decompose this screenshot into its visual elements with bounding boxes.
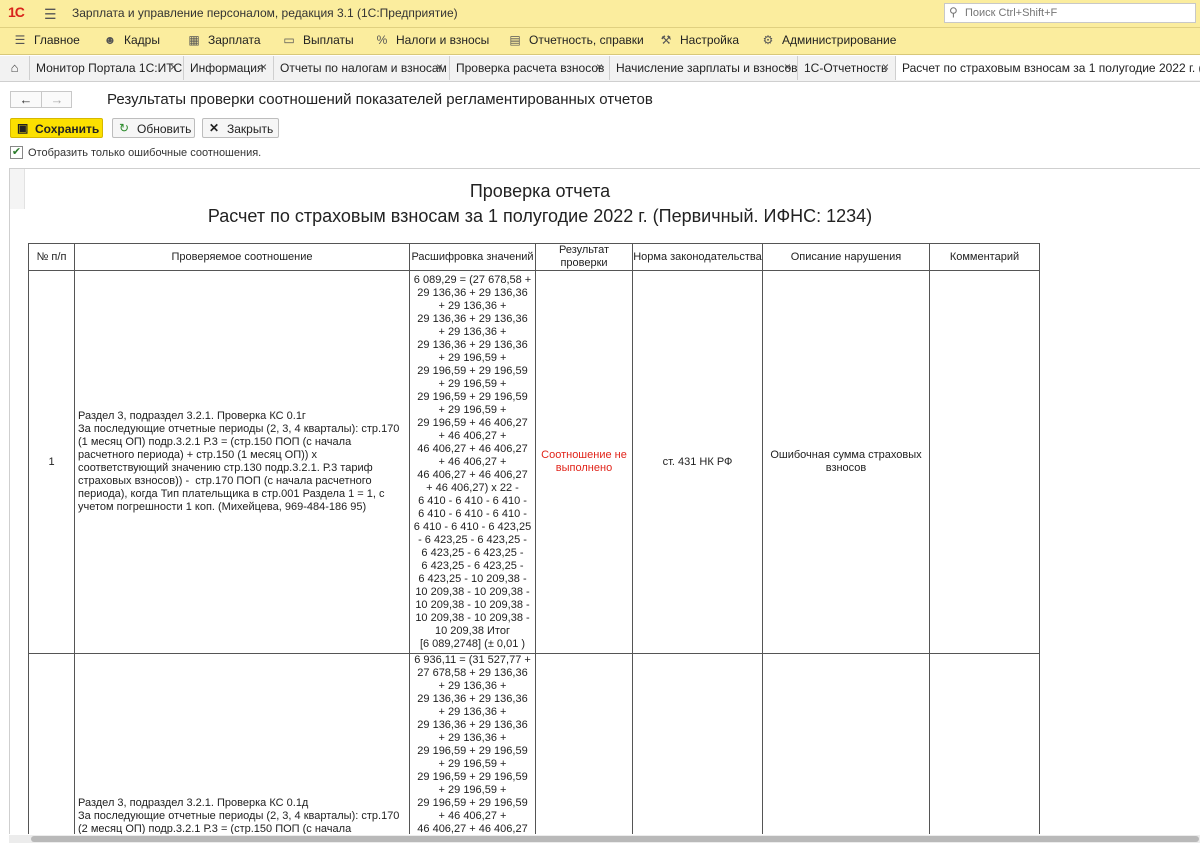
menu-item-taxes[interactable]: % Налоги и взносы <box>374 33 490 47</box>
title-bar: 1С ☰ Зарплата и управление персоналом, р… <box>0 0 1200 28</box>
tab-1c-reporting[interactable]: 1С-Отчетность × <box>798 56 896 80</box>
close-icon[interactable]: × <box>784 60 791 74</box>
menu-item-reports[interactable]: ▤ Отчетность, справки <box>507 33 643 47</box>
column-header: Результат проверки <box>535 243 633 271</box>
app-logo: 1С <box>8 4 25 20</box>
violation-description: Ошибочная сумма страховых взносов <box>762 270 930 654</box>
close-icon[interactable]: × <box>882 60 889 74</box>
close-icon[interactable]: × <box>170 60 177 74</box>
wrench-icon: ⚒ <box>660 33 672 47</box>
home-icon[interactable]: ⌂ <box>0 56 30 80</box>
results-table: № п/п Проверяемое соотношение Расшифровк… <box>28 243 1040 834</box>
report-document[interactable]: Проверка отчета Расчет по страховым взно… <box>9 168 1200 834</box>
value-expansion: 6 089,29 = (27 678,58 + 29 136,36 + 29 1… <box>409 270 536 654</box>
menu-item-admin[interactable]: ⚙ Администрирование <box>760 33 897 47</box>
check-result <box>535 653 633 834</box>
refresh-icon: ↻ <box>119 121 130 135</box>
percent-icon: % <box>376 33 388 47</box>
forward-arrow-icon[interactable]: → <box>42 92 72 107</box>
comment-cell[interactable] <box>929 653 1040 834</box>
main-menu-icon[interactable]: ☰ <box>44 6 57 23</box>
close-button[interactable]: ✕ Закрыть <box>202 118 279 138</box>
gear-icon: ⚙ <box>762 33 774 47</box>
hamburger-icon: ☰ <box>14 33 26 47</box>
tab-payroll[interactable]: Начисление зарплаты и взносов × <box>610 56 798 80</box>
tab-information[interactable]: Информация × <box>184 56 274 80</box>
check-result: Соотношение не выполнено <box>535 270 633 654</box>
legal-norm <box>632 653 763 834</box>
column-header: № п/п <box>28 243 75 271</box>
report-title: Проверка отчета <box>469 181 611 201</box>
tab-contributions-check[interactable]: Проверка расчета взносов × <box>450 56 610 80</box>
refresh-button[interactable]: ↻ Обновить <box>112 118 195 138</box>
menu-item-payments[interactable]: ▭ Выплаты <box>281 33 353 47</box>
legal-norm: ст. 431 НК РФ <box>632 270 763 654</box>
checked-relation: Раздел 3, подраздел 3.2.1. Проверка КС 0… <box>74 653 410 834</box>
tab-portal-monitor[interactable]: Монитор Портала 1С:ИТС × <box>30 56 184 80</box>
checkmark-icon: ✔ <box>11 146 22 158</box>
wallet-icon: ▭ <box>283 33 295 47</box>
menu-item-settings[interactable]: ⚒ Настройка <box>658 33 739 47</box>
table-row: 1 Раздел 3, подраздел 3.2.1. Проверка КС… <box>28 270 1040 654</box>
app-title: Зарплата и управление персоналом, редакц… <box>72 6 458 20</box>
search-input[interactable] <box>963 6 1192 20</box>
global-search[interactable]: ⚲ <box>944 3 1196 23</box>
table-row: Раздел 3, подраздел 3.2.1. Проверка КС 0… <box>28 653 1040 834</box>
close-icon[interactable]: × <box>436 60 443 74</box>
floppy-icon: ▣ <box>17 121 29 135</box>
report-subtitle: Расчет по страховым взносам за 1 полугод… <box>207 206 873 226</box>
column-header: Описание нарушения <box>762 243 930 271</box>
reports-icon: ▤ <box>509 33 521 47</box>
close-icon: ✕ <box>209 121 220 135</box>
column-header: Расшифровка значений <box>409 243 536 271</box>
horizontal-scrollbar[interactable] <box>9 835 1200 843</box>
page-title: Результаты проверки соотношений показате… <box>107 91 653 108</box>
calculator-icon: ▦ <box>188 33 200 47</box>
comment-cell[interactable] <box>929 270 1040 654</box>
scrollbar-thumb[interactable] <box>31 836 1199 842</box>
tab-tax-reports[interactable]: Отчеты по налогам и взносам × <box>274 56 450 80</box>
only-errors-checkbox[interactable]: ✔ <box>10 146 23 159</box>
section-menu: ☰ Главное ☻ Кадры ▦ Зарплата ▭ Выплаты % Нало… <box>0 28 1200 55</box>
save-button[interactable]: ▣ Сохранить <box>10 118 103 138</box>
menu-item-staff[interactable]: ☻ Кадры <box>102 33 160 47</box>
column-header: Проверяемое соотношение <box>74 243 410 271</box>
column-header: Норма законодательства <box>632 243 763 271</box>
violation-description <box>762 653 930 834</box>
column-header: Комментарий <box>929 243 1040 271</box>
close-icon[interactable]: × <box>260 60 267 74</box>
table-header-row: № п/п Проверяемое соотношение Расшифровк… <box>28 243 1040 271</box>
checked-relation: Раздел 3, подраздел 3.2.1. Проверка КС 0… <box>74 270 410 654</box>
menu-item-salary[interactable]: ▦ Зарплата <box>186 33 260 47</box>
row-number: 1 <box>28 270 75 654</box>
close-icon[interactable]: × <box>596 60 603 74</box>
menu-item-main[interactable]: ☰ Главное <box>12 33 80 47</box>
back-arrow-icon[interactable]: ← <box>11 92 42 107</box>
value-expansion: 6 936,11 = (31 527,77 + 27 678,58 + 29 1… <box>409 653 536 834</box>
people-icon: ☻ <box>103 33 117 47</box>
row-number <box>28 653 75 834</box>
history-nav: ← → <box>10 91 72 108</box>
search-icon: ⚲ <box>949 5 958 19</box>
only-errors-label: Отобразить только ошибочные соотношения. <box>28 147 262 159</box>
tab-insurance-report[interactable]: Расчет по страховым взносам за 1 полугод… <box>896 56 1200 80</box>
open-tabs-bar: ⌂ Монитор Портала 1С:ИТС × Информация × От… <box>0 56 1200 82</box>
